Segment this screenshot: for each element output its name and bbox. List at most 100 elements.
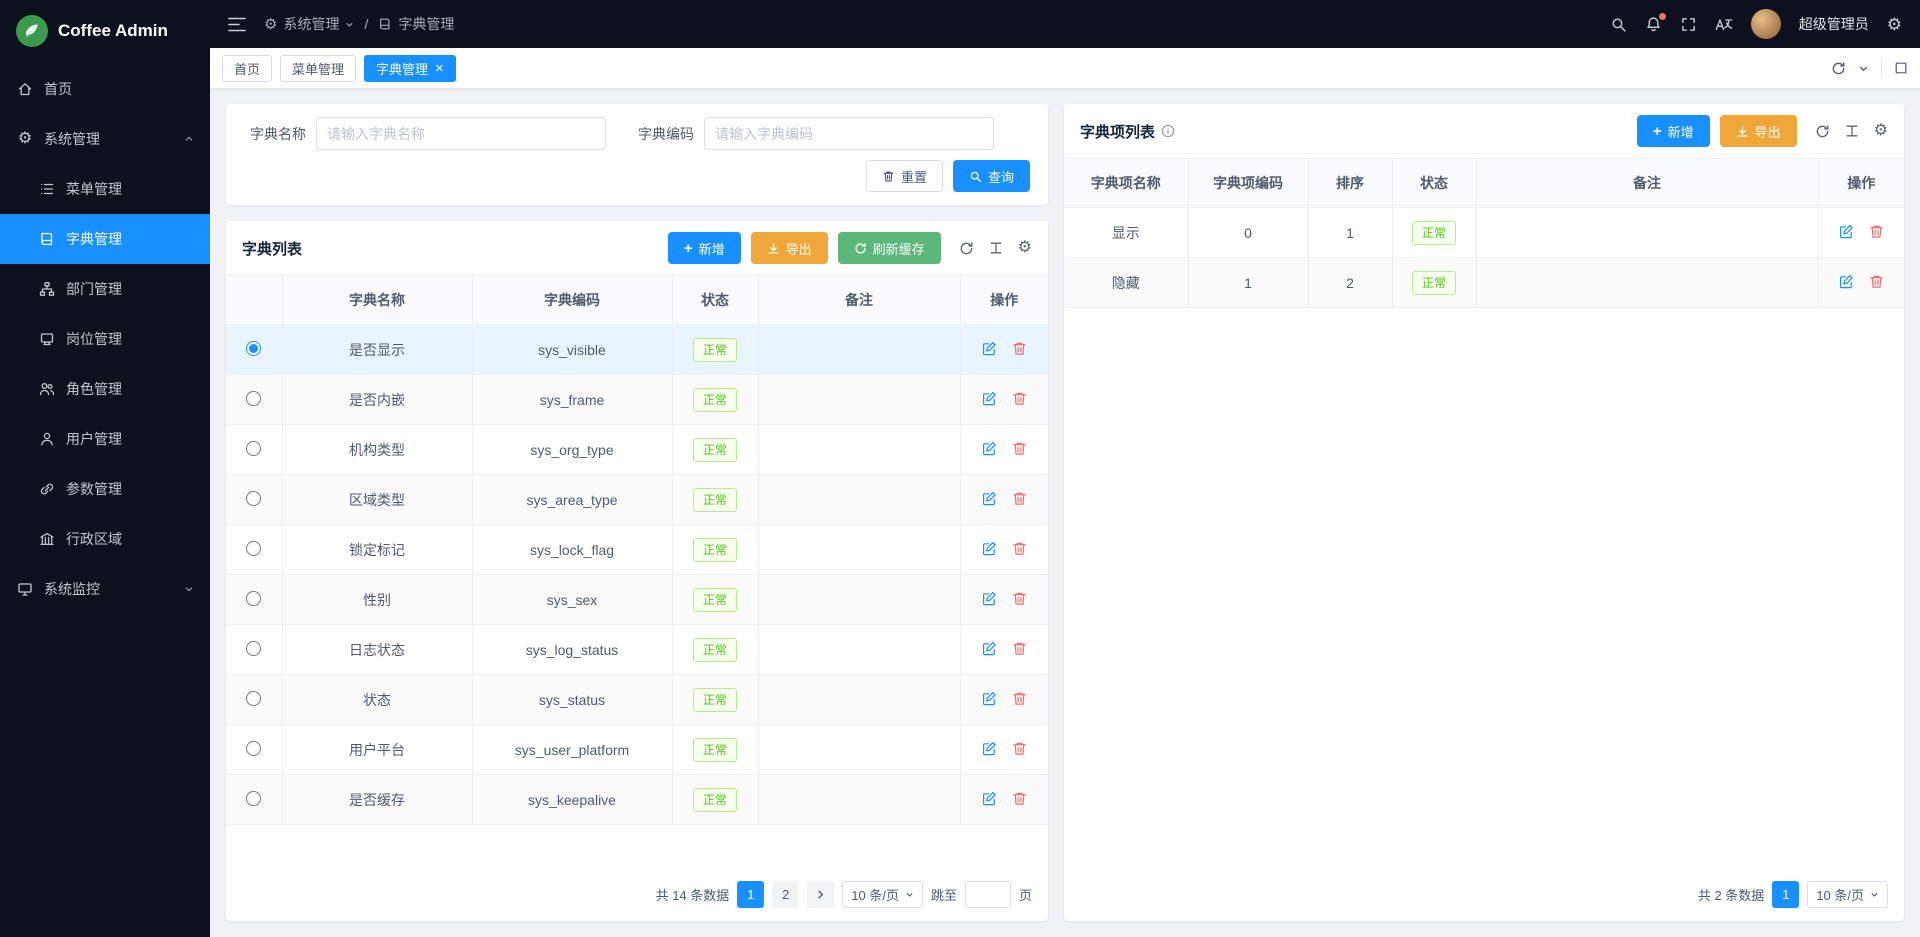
page-1-button[interactable]: 1: [1772, 881, 1799, 908]
sidebar-item-param-management[interactable]: 参数管理: [0, 464, 210, 514]
dict-table-row[interactable]: 是否显示 sys_visible 正常: [226, 325, 1048, 375]
sidebar-item-system-monitor[interactable]: 系统监控: [0, 564, 210, 614]
sidebar-collapse-icon[interactable]: [228, 17, 246, 32]
export-button[interactable]: 导出: [751, 232, 828, 264]
dict-list-panel: 字典列表 +新增 导出 刷新缓存 ⚙: [226, 221, 1048, 921]
row-select-radio[interactable]: [246, 641, 261, 656]
info-icon[interactable]: [1161, 124, 1175, 138]
add-button[interactable]: +新增: [1637, 115, 1710, 147]
delete-icon[interactable]: [1012, 741, 1027, 756]
edit-icon[interactable]: [982, 441, 997, 456]
sidebar-item-home[interactable]: 首页: [0, 64, 210, 114]
gear-icon[interactable]: ⚙: [1874, 123, 1888, 139]
dict-table-row[interactable]: 状态 sys_status 正常: [226, 675, 1048, 725]
sidebar-item-system-management[interactable]: ⚙ 系统管理: [0, 114, 210, 164]
page-content: 字典名称 字典编码 重置: [210, 88, 1920, 937]
fullscreen-icon[interactable]: [1680, 16, 1697, 33]
chevron-down-icon[interactable]: [1858, 63, 1869, 74]
delete-icon[interactable]: [1869, 274, 1884, 289]
dict-item-row[interactable]: 隐藏 1 2 正常: [1064, 258, 1904, 308]
refresh-icon[interactable]: [959, 241, 974, 256]
edit-icon[interactable]: [982, 591, 997, 606]
dict-table-row[interactable]: 是否内嵌 sys_frame 正常: [226, 375, 1048, 425]
refresh-icon[interactable]: [1815, 124, 1830, 139]
row-select-radio[interactable]: [246, 791, 261, 806]
delete-icon[interactable]: [1012, 691, 1027, 706]
tab-home[interactable]: 首页: [222, 55, 272, 82]
delete-icon[interactable]: [1869, 224, 1884, 239]
delete-icon[interactable]: [1012, 591, 1027, 606]
delete-icon[interactable]: [1012, 491, 1027, 506]
row-select-radio[interactable]: [246, 741, 261, 756]
delete-icon[interactable]: [1012, 441, 1027, 456]
refresh-icon[interactable]: [1831, 61, 1846, 76]
delete-icon[interactable]: [1012, 641, 1027, 656]
edit-icon[interactable]: [982, 791, 997, 806]
notification-bell-icon[interactable]: [1645, 16, 1662, 33]
row-select-radio[interactable]: [246, 391, 261, 406]
edit-icon[interactable]: [1839, 224, 1854, 239]
maximize-icon[interactable]: [1894, 61, 1908, 75]
export-button[interactable]: 导出: [1720, 115, 1797, 147]
user-avatar[interactable]: [1751, 9, 1781, 39]
page-size-select[interactable]: 10 条/页: [1807, 881, 1888, 908]
sidebar-item-user-management[interactable]: 用户管理: [0, 414, 210, 464]
row-select-radio[interactable]: [246, 691, 261, 706]
sidebar-item-department-management[interactable]: 部门管理: [0, 264, 210, 314]
sidebar-item-role-management[interactable]: 角色管理: [0, 364, 210, 414]
page-jump-input[interactable]: [965, 881, 1011, 908]
column-settings-icon[interactable]: [989, 241, 1003, 255]
add-button[interactable]: +新增: [668, 232, 741, 264]
delete-icon[interactable]: [1012, 541, 1027, 556]
dict-table-row[interactable]: 性别 sys_sex 正常: [226, 575, 1048, 625]
close-icon[interactable]: ×: [435, 61, 444, 76]
dict-name-label: 字典名称: [244, 124, 306, 144]
app-logo[interactable]: Coffee Admin: [0, 0, 210, 62]
page-size-select[interactable]: 10 条/页: [842, 881, 923, 908]
dict-table-row[interactable]: 锁定标记 sys_lock_flag 正常: [226, 525, 1048, 575]
edit-icon[interactable]: [982, 691, 997, 706]
delete-icon[interactable]: [1012, 391, 1027, 406]
edit-icon[interactable]: [1839, 274, 1854, 289]
row-select-radio[interactable]: [246, 441, 261, 456]
dict-table-row[interactable]: 用户平台 sys_user_platform 正常: [226, 725, 1048, 775]
column-settings-icon[interactable]: [1845, 124, 1859, 138]
dict-table-row[interactable]: 是否缓存 sys_keepalive 正常: [226, 775, 1048, 825]
page-1-button[interactable]: 1: [737, 881, 764, 908]
tab-menu-management[interactable]: 菜单管理: [280, 55, 356, 82]
next-page-button[interactable]: [807, 881, 834, 908]
search-icon[interactable]: [1610, 16, 1627, 33]
settings-gear-icon[interactable]: ⚙: [1887, 16, 1902, 33]
page-2-button[interactable]: 2: [772, 881, 799, 908]
delete-icon[interactable]: [1012, 791, 1027, 806]
tab-dict-management[interactable]: 字典管理×: [364, 55, 456, 82]
dict-code-input[interactable]: [704, 117, 994, 150]
breadcrumb-dict-management[interactable]: 字典管理: [378, 14, 454, 34]
row-select-radio[interactable]: [246, 591, 261, 606]
dict-table-row[interactable]: 区域类型 sys_area_type 正常: [226, 475, 1048, 525]
gear-icon[interactable]: ⚙: [1018, 240, 1032, 256]
row-select-radio[interactable]: [246, 341, 261, 356]
refresh-cache-button[interactable]: 刷新缓存: [838, 232, 941, 264]
dict-table-row[interactable]: 机构类型 sys_org_type 正常: [226, 425, 1048, 475]
reset-button[interactable]: 重置: [866, 160, 943, 192]
dict-item-row[interactable]: 显示 0 1 正常: [1064, 208, 1904, 258]
edit-icon[interactable]: [982, 541, 997, 556]
breadcrumb-system-management[interactable]: ⚙ 系统管理: [264, 14, 354, 34]
dict-table-row[interactable]: 日志状态 sys_log_status 正常: [226, 625, 1048, 675]
dict-name-input[interactable]: [316, 117, 606, 150]
sidebar-item-region-management[interactable]: 行政区域: [0, 514, 210, 564]
translate-icon[interactable]: [1715, 16, 1733, 33]
edit-icon[interactable]: [982, 391, 997, 406]
edit-icon[interactable]: [982, 491, 997, 506]
sidebar-item-dict-management[interactable]: 字典管理: [0, 214, 210, 264]
row-select-radio[interactable]: [246, 491, 261, 506]
edit-icon[interactable]: [982, 741, 997, 756]
sidebar-item-menu-management[interactable]: 菜单管理: [0, 164, 210, 214]
edit-icon[interactable]: [982, 641, 997, 656]
delete-icon[interactable]: [1012, 341, 1027, 356]
sidebar-item-post-management[interactable]: 岗位管理: [0, 314, 210, 364]
row-select-radio[interactable]: [246, 541, 261, 556]
edit-icon[interactable]: [982, 341, 997, 356]
query-button[interactable]: 查询: [953, 160, 1030, 192]
